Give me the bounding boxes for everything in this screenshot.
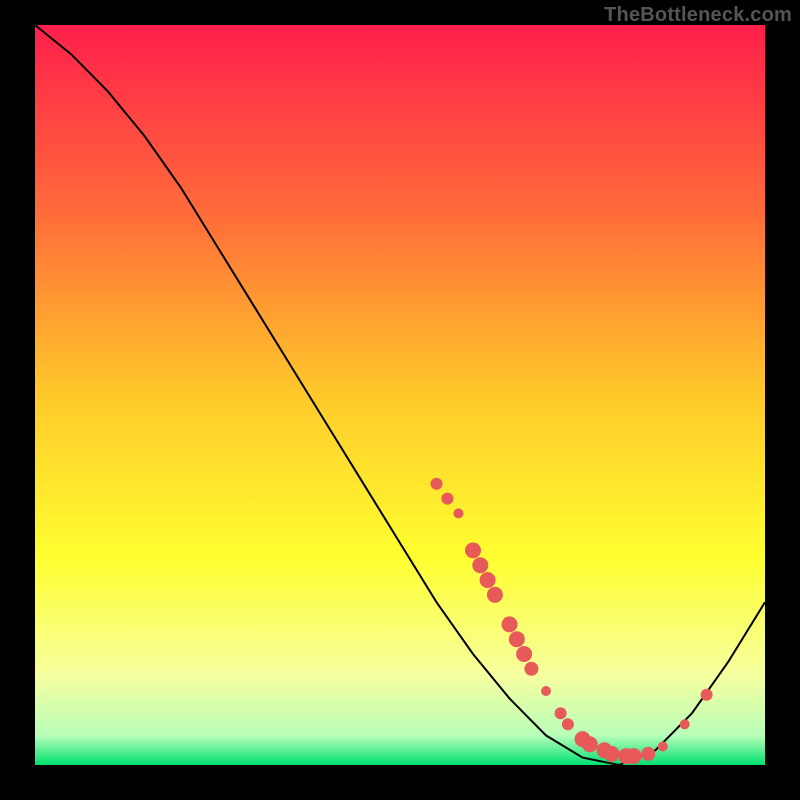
data-marker	[541, 686, 551, 696]
data-marker	[441, 493, 453, 505]
data-marker	[480, 572, 496, 588]
data-marker	[465, 542, 481, 558]
data-marker	[562, 718, 574, 730]
data-marker	[641, 747, 655, 761]
data-marker	[516, 646, 532, 662]
watermark-text: TheBottleneck.com	[604, 4, 792, 27]
data-marker	[453, 508, 463, 518]
data-marker	[555, 707, 567, 719]
data-marker	[658, 742, 668, 752]
data-marker	[701, 689, 713, 701]
data-marker	[502, 616, 518, 632]
data-marker	[431, 478, 443, 490]
data-marker	[582, 736, 598, 752]
data-marker	[524, 662, 538, 676]
data-marker	[509, 631, 525, 647]
data-marker	[487, 587, 503, 603]
data-marker	[680, 719, 690, 729]
data-marker	[472, 557, 488, 573]
data-marker	[626, 748, 642, 764]
chart-container: TheBottleneck.com	[0, 0, 800, 800]
bottleneck-curve-chart	[0, 0, 800, 800]
data-marker	[604, 746, 620, 762]
